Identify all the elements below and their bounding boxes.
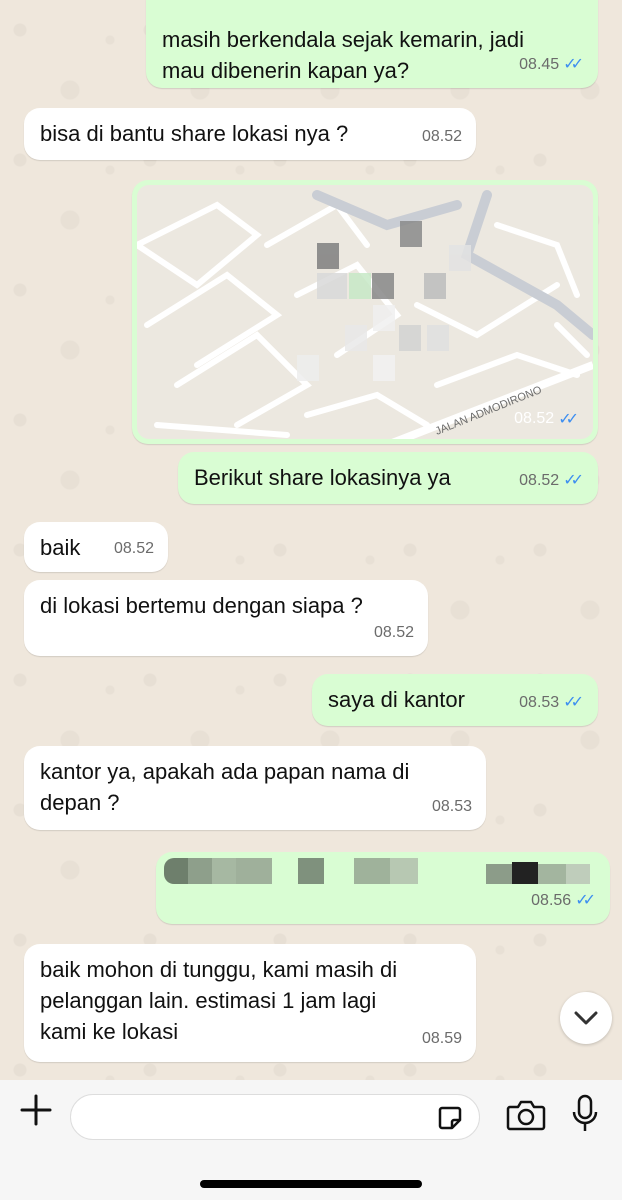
message-outgoing[interactable]: masih berkendala sejak kemarin, jadi mau… — [146, 0, 598, 88]
microphone-icon[interactable] — [570, 1094, 600, 1134]
message-meta: 08.53 ✓✓ — [519, 687, 584, 718]
location-message[interactable]: JALAN ADMODIRONO 08.52 ✓✓ — [132, 180, 598, 444]
message-time: 08.56 — [531, 892, 572, 909]
chevron-down-icon — [574, 1011, 598, 1025]
message-text: Berikut share lokasinya ya — [194, 465, 451, 490]
message-time: 08.52 — [373, 624, 414, 641]
message-incoming[interactable]: bisa di bantu share lokasi nya ? 08.52 — [24, 108, 476, 160]
home-indicator — [200, 1180, 422, 1188]
message-text: bisa di bantu share lokasi nya ? — [40, 121, 349, 146]
message-outgoing[interactable]: Berikut share lokasinya ya 08.52 ✓✓ — [178, 452, 598, 504]
map-preview[interactable]: JALAN ADMODIRONO 08.52 ✓✓ — [137, 185, 593, 439]
camera-icon[interactable] — [506, 1098, 546, 1132]
message-incoming[interactable]: baik 08.52 — [24, 522, 168, 572]
message-meta: 08.52 — [422, 121, 462, 152]
message-meta: 08.45 ✓✓ — [519, 49, 584, 80]
message-meta: 08.52 ✓✓ — [519, 465, 584, 496]
message-incoming[interactable]: di lokasi bertemu dengan siapa ? 08.52 — [24, 580, 428, 656]
message-meta: 08.53 — [432, 791, 472, 822]
message-meta: 08.56 ✓✓ — [531, 885, 596, 916]
message-outgoing-redacted[interactable]: 08.56 ✓✓ — [156, 852, 610, 924]
plus-icon[interactable] — [18, 1092, 54, 1128]
message-time: 08.59 — [421, 1030, 462, 1047]
map-roads: JALAN ADMODIRONO — [137, 190, 593, 439]
message-meta: 08.52 — [114, 533, 154, 564]
message-text: di lokasi bertemu dengan siapa ? — [40, 593, 363, 618]
message-time: 08.52 — [421, 128, 462, 145]
message-time: 08.52 — [113, 540, 154, 557]
message-meta: 08.52 — [374, 617, 414, 648]
message-text: kami ke lokasi — [40, 1019, 179, 1044]
scroll-down-button[interactable] — [560, 992, 612, 1044]
message-incoming[interactable]: kantor ya, apakah ada papan nama di depa… — [24, 746, 486, 830]
double-check-icon: ✓✓ — [563, 472, 584, 489]
message-meta: 08.52 ✓✓ — [514, 409, 579, 429]
double-check-icon: ✓✓ — [558, 411, 579, 428]
sticker-icon[interactable] — [437, 1105, 463, 1131]
message-time: 08.52 — [514, 410, 555, 427]
message-text: pelanggan lain. estimasi 1 jam lagi — [40, 988, 377, 1013]
message-time: 08.53 — [431, 798, 472, 815]
message-time: 08.45 — [519, 56, 560, 73]
chat-area: masih berkendala sejak kemarin, jadi mau… — [0, 0, 622, 1080]
message-text: kantor ya, apakah ada papan nama di — [40, 759, 410, 784]
message-incoming[interactable]: baik mohon di tunggu, kami masih di pela… — [24, 944, 476, 1062]
message-text: baik — [40, 535, 81, 560]
message-input[interactable] — [70, 1094, 480, 1140]
redacted-text — [164, 858, 604, 884]
message-time: 08.52 — [519, 472, 560, 489]
message-text: depan ? — [40, 790, 120, 815]
message-meta: 08.59 — [422, 1023, 462, 1054]
message-text: baik mohon di tunggu, kami masih di — [40, 957, 398, 982]
double-check-icon: ✓✓ — [575, 892, 596, 909]
message-outgoing[interactable]: saya di kantor 08.53 ✓✓ — [312, 674, 598, 726]
message-text: saya di kantor — [328, 687, 465, 712]
message-time: 08.53 — [519, 694, 560, 711]
double-check-icon: ✓✓ — [563, 694, 584, 711]
message-text — [162, 0, 582, 24]
double-check-icon: ✓✓ — [563, 56, 584, 73]
